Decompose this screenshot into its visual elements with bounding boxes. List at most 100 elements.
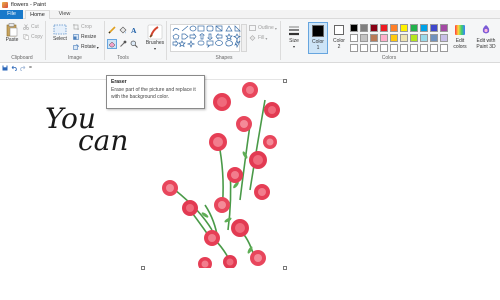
palette-swatch[interactable] — [440, 34, 448, 42]
palette-swatch[interactable] — [390, 34, 398, 42]
palette-swatch[interactable] — [400, 34, 408, 42]
paste-label: Paste — [5, 37, 19, 43]
fill-icon — [249, 35, 256, 41]
shapes-icons — [172, 25, 242, 49]
palette-swatch[interactable] — [420, 34, 428, 42]
eraser-tool[interactable] — [107, 39, 117, 49]
pencil-icon — [108, 26, 116, 34]
color2-number: 2 — [337, 44, 341, 50]
paint3d-label-2: Paint 3D — [476, 44, 496, 50]
palette-swatch[interactable] — [430, 34, 438, 42]
palette-swatch[interactable] — [380, 24, 388, 32]
brushes-button[interactable]: Brushes ▾ — [144, 24, 166, 51]
rotate-label: Rotate — [81, 44, 96, 50]
resize-button[interactable]: Resize — [73, 34, 96, 40]
fill-button[interactable]: Fill ▾ — [249, 35, 267, 41]
separator — [280, 21, 281, 60]
select-label: Select — [53, 36, 67, 42]
chevron-down-icon: ▾ — [292, 44, 295, 49]
palette-swatch[interactable] — [350, 44, 358, 52]
eraser-icon — [108, 41, 116, 48]
size-button[interactable]: Size ▾ — [284, 24, 304, 49]
edit-with-paint3d-button[interactable]: Edit with Paint 3D — [473, 24, 499, 50]
palette-swatch[interactable] — [390, 24, 398, 32]
copy-button[interactable]: Copy — [23, 34, 43, 40]
paint3d-icon — [482, 25, 490, 34]
crop-icon — [73, 24, 79, 30]
chevron-down-icon: ▾ — [153, 46, 156, 51]
separator — [166, 21, 167, 60]
palette-swatch[interactable] — [370, 24, 378, 32]
palette-swatch[interactable] — [430, 24, 438, 32]
paint-window: flowers - Paint File Home View Paste Cut… — [0, 0, 500, 300]
undo-icon[interactable] — [11, 65, 17, 71]
cut-button[interactable]: Cut — [23, 24, 39, 30]
svg-text:A: A — [131, 26, 137, 34]
palette-swatch[interactable] — [410, 44, 418, 52]
color1-swatch — [312, 25, 324, 37]
eyedropper-icon — [120, 40, 127, 47]
rotate-icon — [73, 44, 79, 50]
palette-swatch[interactable] — [370, 44, 378, 52]
magnifier-icon — [130, 40, 138, 48]
brush-icon — [147, 24, 163, 40]
palette-swatch[interactable] — [360, 44, 368, 52]
palette-swatch[interactable] — [430, 44, 438, 52]
paint-bucket-icon — [119, 26, 127, 34]
palette-swatch[interactable] — [390, 44, 398, 52]
shapes-group-label: Shapes — [215, 55, 233, 61]
edit-colors-button[interactable]: Edit colors — [451, 24, 469, 50]
tab-home[interactable]: Home — [25, 10, 50, 19]
color1-button[interactable]: Color 1 — [308, 22, 328, 54]
resize-icon — [73, 34, 79, 40]
palette-swatch[interactable] — [380, 34, 388, 42]
line-size-icon — [289, 26, 299, 36]
resize-handle-right[interactable] — [283, 79, 287, 83]
shapes-gallery[interactable] — [170, 24, 242, 52]
color-picker-tool[interactable] — [119, 40, 128, 49]
eraser-tooltip: Eraser Erase part of the picture and rep… — [106, 75, 205, 109]
palette-swatch[interactable] — [400, 24, 408, 32]
palette-swatch[interactable] — [410, 34, 418, 42]
title-bar: flowers - Paint — [0, 0, 500, 9]
palette-swatch[interactable] — [380, 44, 388, 52]
save-icon[interactable] — [2, 65, 8, 71]
crop-button[interactable]: Crop — [73, 24, 92, 30]
fill-tool[interactable] — [119, 26, 128, 35]
tools-group-label: Tools — [117, 55, 129, 61]
colors-group-label: Colors — [381, 55, 397, 61]
outline-label: Outline — [258, 25, 274, 31]
palette-swatch[interactable] — [370, 34, 378, 42]
customize-toolbar-icon[interactable]: = — [29, 65, 32, 71]
shapes-scrollbar[interactable] — [241, 24, 247, 52]
color2-button[interactable]: Color 2 — [330, 22, 348, 54]
chevron-down-icon: ▾ — [96, 44, 99, 50]
outline-icon — [249, 25, 256, 31]
paste-button[interactable]: Paste — [3, 23, 21, 43]
palette-swatch[interactable] — [410, 24, 418, 32]
palette-swatch[interactable] — [350, 24, 358, 32]
pencil-tool[interactable] — [108, 26, 117, 35]
palette-swatch[interactable] — [420, 24, 428, 32]
redo-icon[interactable] — [20, 65, 26, 71]
resize-handle-corner[interactable] — [283, 266, 287, 270]
resize-handle-bottom[interactable] — [141, 266, 145, 270]
outline-button[interactable]: Outline ▾ — [249, 25, 277, 31]
palette-swatch[interactable] — [360, 34, 368, 42]
tab-view[interactable]: View — [52, 10, 77, 19]
tab-file[interactable]: File — [0, 10, 23, 19]
palette-swatch[interactable] — [350, 34, 358, 42]
chevron-down-icon: ▾ — [274, 25, 277, 31]
rotate-button[interactable]: Rotate ▾ — [73, 44, 99, 50]
palette-swatch[interactable] — [400, 44, 408, 52]
ribbon-tab-bar: File Home View — [0, 10, 500, 19]
magnifier-tool[interactable] — [130, 40, 139, 49]
window-title: flowers - Paint — [11, 1, 46, 8]
palette-swatch[interactable] — [440, 44, 448, 52]
palette-swatch[interactable] — [420, 44, 428, 52]
palette-swatch[interactable] — [440, 24, 448, 32]
select-button[interactable]: Select — [50, 24, 70, 42]
text-tool[interactable]: A — [130, 26, 139, 35]
scissors-icon — [23, 24, 29, 30]
palette-swatch[interactable] — [360, 24, 368, 32]
